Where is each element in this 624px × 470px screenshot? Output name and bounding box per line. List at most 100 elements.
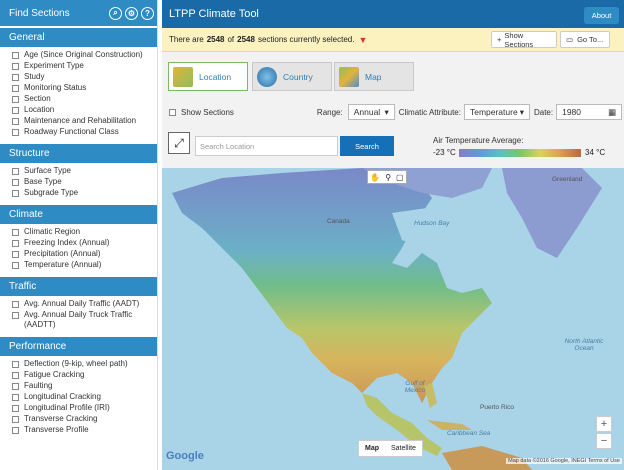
- filter-label: Section: [24, 94, 51, 103]
- filter-item[interactable]: Longitudinal Cracking: [12, 392, 157, 403]
- zoom-in-button[interactable]: +: [596, 416, 612, 432]
- map-label-gulf: Gulf of Mexico: [404, 380, 426, 394]
- search-input[interactable]: Search Location: [195, 136, 338, 156]
- filter-checkbox[interactable]: [12, 426, 19, 434]
- search-button[interactable]: Search: [340, 136, 394, 156]
- section-heading[interactable]: Traffic: [0, 277, 157, 296]
- range-select[interactable]: Annual ▾: [347, 104, 395, 120]
- tab-location[interactable]: Location: [168, 62, 248, 91]
- filter-item[interactable]: Avg. Annual Daily Traffic (AADT): [12, 299, 157, 310]
- filter-checkbox[interactable]: [12, 189, 19, 197]
- filter-item[interactable]: Base Type: [12, 177, 157, 188]
- goto-button[interactable]: ▭ Go To...: [560, 31, 610, 48]
- filter-item[interactable]: Roadway Functional Class: [12, 127, 157, 138]
- binoculars-icon[interactable]: ⌕: [109, 6, 122, 20]
- filter-checkbox[interactable]: [12, 167, 19, 175]
- help-icon[interactable]: ?: [141, 6, 154, 20]
- filter-checkbox[interactable]: [12, 261, 19, 269]
- filter-item[interactable]: Transverse Profile: [12, 425, 157, 436]
- dropdown-arrow-icon: ▾: [519, 106, 524, 117]
- select-box-icon[interactable]: ▢: [396, 173, 404, 182]
- about-button[interactable]: About: [584, 7, 619, 24]
- filter-label: Transverse Profile: [24, 425, 89, 434]
- filter-icon[interactable]: ▼: [358, 35, 367, 45]
- map-tools: ✋ ⚲ ▢: [367, 170, 407, 184]
- filter-label: Transverse Cracking: [24, 414, 98, 423]
- range-label: Range:: [316, 107, 343, 117]
- filter-item[interactable]: Longitudinal Profile (IRI): [12, 403, 157, 414]
- section-heading[interactable]: Performance: [0, 337, 157, 356]
- maptype-satellite-button[interactable]: Satellite: [385, 445, 422, 452]
- globe-icon: [257, 66, 277, 87]
- filter-label: Precipitation (Annual): [24, 249, 101, 258]
- section-heading[interactable]: Climate: [0, 205, 157, 224]
- filter-label: Longitudinal Profile (IRI): [24, 403, 110, 412]
- filter-checkbox[interactable]: [12, 393, 19, 401]
- map-label-canada: Canada: [327, 218, 350, 225]
- map-canvas[interactable]: Greenland Canada Hudson Bay Gulf of Mexi…: [162, 168, 624, 470]
- filter-checkbox[interactable]: [12, 239, 19, 247]
- filter-checkbox[interactable]: [12, 95, 19, 103]
- pan-hand-icon[interactable]: ✋: [370, 173, 380, 182]
- calendar-icon[interactable]: ▦: [608, 107, 616, 118]
- maptype-map-button[interactable]: Map: [359, 445, 385, 452]
- filter-item[interactable]: Freezing Index (Annual): [12, 238, 157, 249]
- filter-checkbox[interactable]: [12, 62, 19, 70]
- filter-item[interactable]: Deflection (9-kip, wheel path): [12, 359, 157, 370]
- filter-checkbox[interactable]: [12, 250, 19, 258]
- section-heading[interactable]: General: [0, 28, 157, 47]
- filter-checkbox[interactable]: [12, 128, 19, 136]
- filter-checkbox[interactable]: [12, 178, 19, 186]
- filter-checkbox[interactable]: [12, 228, 19, 236]
- filter-item[interactable]: Temperature (Annual): [12, 260, 157, 271]
- tab-map[interactable]: Map: [334, 62, 414, 91]
- filter-checkbox[interactable]: [12, 84, 19, 92]
- selection-prefix: There are: [169, 35, 204, 44]
- expand-icon[interactable]: ⤢: [168, 132, 190, 154]
- filter-checkbox[interactable]: [12, 117, 19, 125]
- settings-icon[interactable]: ⚙: [125, 6, 138, 20]
- section-items: Avg. Annual Daily Traffic (AADT) Avg. Ann…: [0, 296, 157, 335]
- filter-checkbox[interactable]: [12, 300, 19, 308]
- filter-checkbox[interactable]: [12, 311, 19, 319]
- attribute-select[interactable]: Temperature ▾: [463, 104, 530, 120]
- filter-checkbox[interactable]: [12, 51, 19, 59]
- show-sections-label: Show Sections: [181, 107, 234, 117]
- filter-item[interactable]: Climatic Region: [12, 227, 157, 238]
- filter-item[interactable]: Subgrade Type: [12, 188, 157, 199]
- filter-item[interactable]: Experiment Type: [12, 61, 157, 72]
- filter-item[interactable]: Precipitation (Annual): [12, 249, 157, 260]
- show-sections-button[interactable]: + Show Sections: [491, 30, 557, 49]
- filter-item[interactable]: Age (Since Original Construction): [12, 50, 157, 61]
- filter-checkbox[interactable]: [12, 404, 19, 412]
- filter-label: Faulting: [24, 381, 53, 390]
- map-attribution[interactable]: Map data ©2016 Google, INEGI Terms of Us…: [506, 458, 622, 464]
- marker-icon[interactable]: ⚲: [385, 173, 391, 182]
- zoom-out-button[interactable]: −: [596, 433, 612, 449]
- filter-checkbox[interactable]: [12, 371, 19, 379]
- filter-checkbox[interactable]: [12, 360, 19, 368]
- section-heading[interactable]: Structure: [0, 144, 157, 163]
- filter-checkbox[interactable]: [12, 382, 19, 390]
- date-input[interactable]: 1980 ▦: [556, 104, 623, 120]
- filter-checkbox[interactable]: [12, 106, 19, 114]
- show-sections-checkbox[interactable]: [169, 109, 176, 117]
- section-items: Age (Since Original Construction) Experim…: [0, 47, 157, 142]
- filter-item[interactable]: Fatigue Cracking: [12, 370, 157, 381]
- filter-item[interactable]: Monitoring Status: [12, 83, 157, 94]
- filter-item[interactable]: Transverse Cracking: [12, 414, 157, 425]
- filter-item[interactable]: Faulting: [12, 381, 157, 392]
- tab-country[interactable]: Country: [252, 62, 332, 91]
- filter-item[interactable]: Surface Type: [12, 166, 157, 177]
- filter-item[interactable]: Study: [12, 72, 157, 83]
- selected-count: 2548: [206, 35, 225, 44]
- filter-item[interactable]: Section: [12, 94, 157, 105]
- filter-checkbox[interactable]: [12, 73, 19, 81]
- filter-item[interactable]: Maintenance and Rehabilitation: [12, 116, 157, 127]
- show-sections-button-label: Show Sections: [504, 30, 534, 49]
- filter-label: Location: [24, 105, 55, 114]
- sidebar-header: Find Sections ⌕ ⚙ ?: [0, 0, 157, 26]
- filter-checkbox[interactable]: [12, 415, 19, 423]
- filter-item[interactable]: Location: [12, 105, 157, 116]
- filter-item[interactable]: Avg. Annual Daily Truck Traffic (AADTT): [12, 310, 157, 331]
